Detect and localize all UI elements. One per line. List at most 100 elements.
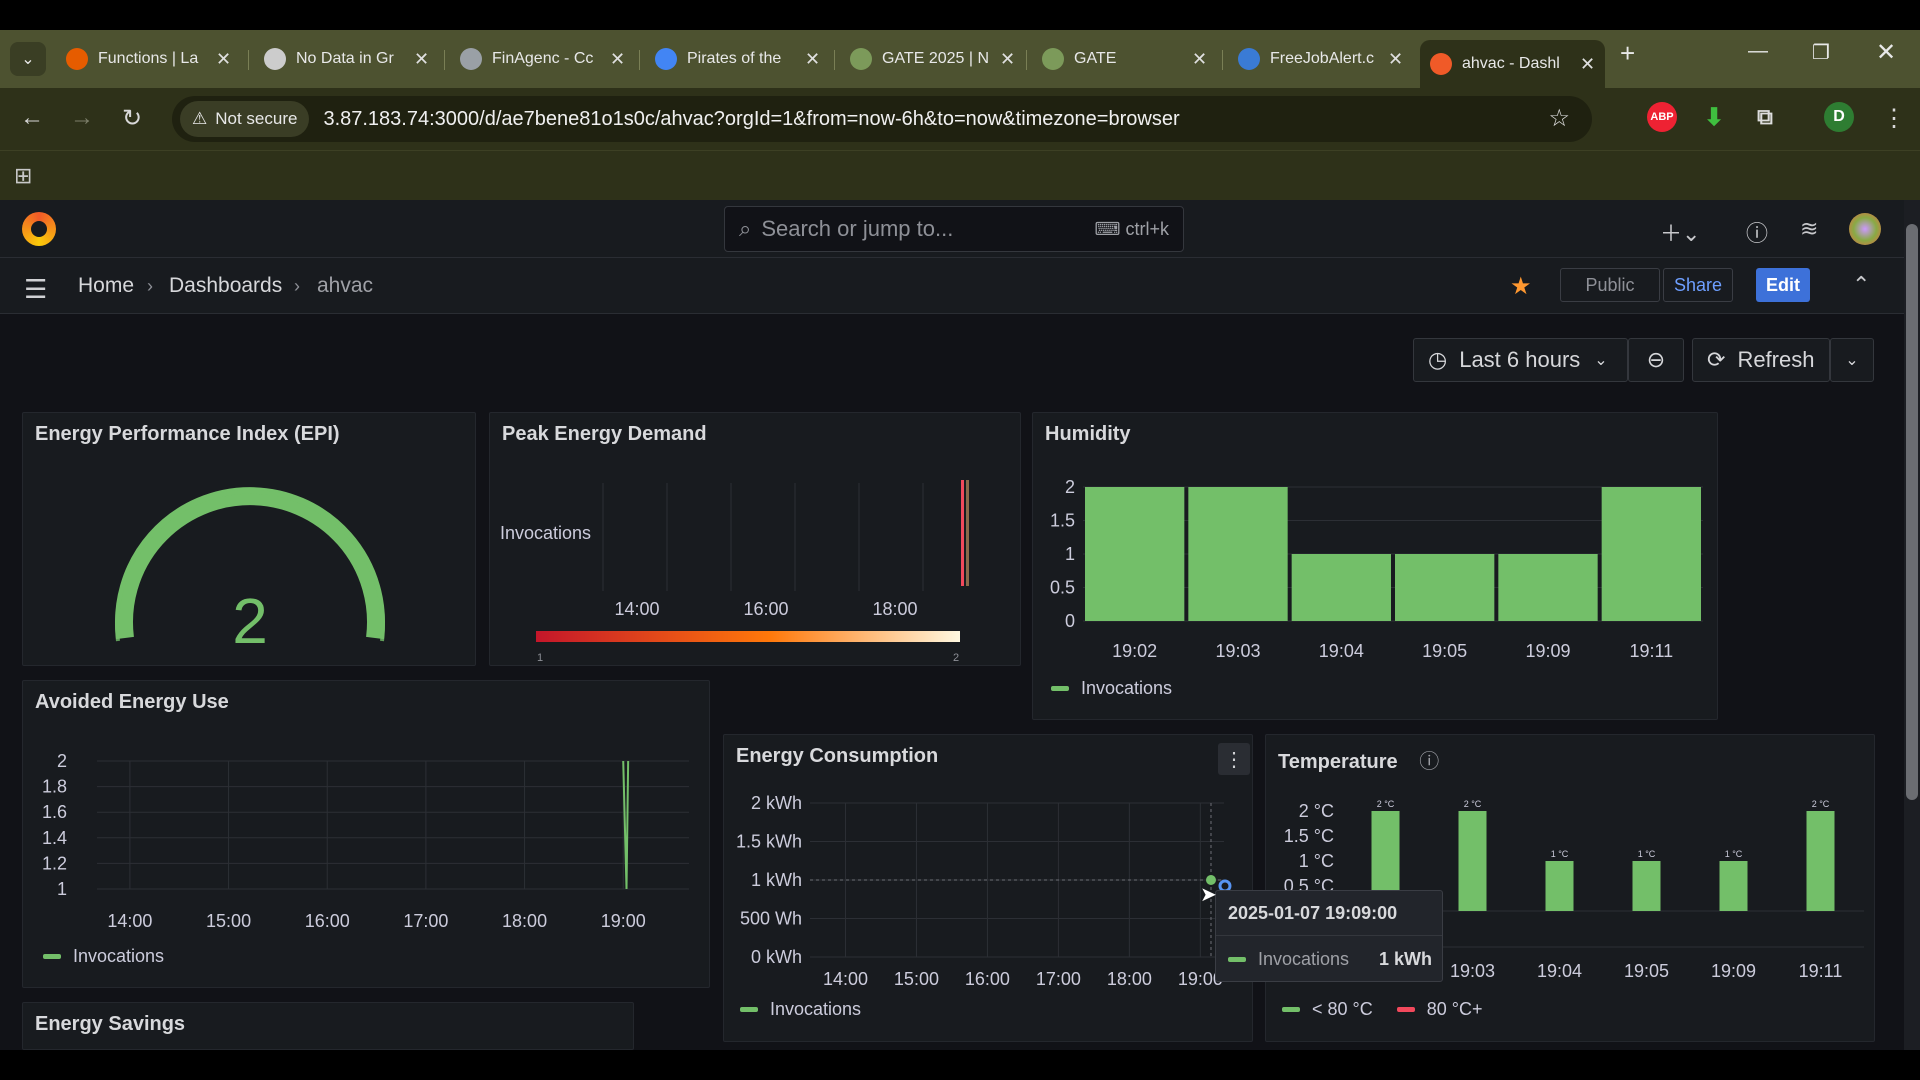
close-window-button[interactable]: ✕ [1876,38,1896,67]
scale-max: 2 [953,652,959,664]
x-tick: 16:00 [743,599,788,619]
temperature-chart: 2 °C1.5 °C1 °C0.5 °C2 °C 2 °C1 °C 1 °C 1 °C… [1284,799,1864,981]
not-secure-chip[interactable]: ⚠ Not secure [180,101,310,137]
public-badge[interactable]: Public [1560,268,1660,302]
browser-tab[interactable]: FinAgenc - Cc ✕ [450,40,635,78]
tab-title: FinAgenc - Cc [492,50,594,67]
zoom-out-button[interactable]: ⊖ [1628,338,1684,382]
browser-tab[interactable]: No Data in Gr ✕ [254,40,439,78]
profile-avatar[interactable]: D [1824,102,1854,132]
new-tab-button[interactable]: + [1620,38,1635,69]
bookmarks-bar: ⊞ [0,150,1920,200]
tab-close-icon[interactable]: ✕ [805,49,820,70]
tab-search-button[interactable]: ⌄ [10,42,46,76]
apps-grid-icon[interactable]: ⊞ [14,163,32,189]
y-tick: 1.4 [42,828,67,848]
edit-button[interactable]: Edit [1756,268,1810,302]
breadcrumb-dashboards[interactable]: Dashboards [169,274,282,298]
y-tick: 1 [57,879,67,899]
browser-tab[interactable]: GATE ✕ [1032,40,1217,78]
forward-icon[interactable]: → [70,104,94,132]
url-text[interactable]: 3.87.183.74:3000/d/ae7bene81o1s0c/ahvac?… [323,108,1179,131]
tab-close-icon[interactable]: ✕ [610,49,625,70]
energy-consumption-chart: 2 kWh 1.5 kWh 1 kWh 500 Wh 0 kWh 14:00 15:00 16… [736,793,1232,989]
bar [1188,487,1288,621]
browser-menu-icon[interactable]: ⋮ [1882,104,1906,133]
adblock-extension-icon[interactable]: ABP [1647,102,1677,132]
collapse-chevron-icon[interactable]: ⌃ [1852,272,1870,298]
browser-tabstrip: ⌄ Functions | La ✕ No Data in Gr ✕ FinAgenc … [0,30,1920,88]
tab-close-icon[interactable]: ✕ [1000,49,1015,70]
bar-value-label: 1 °C [1725,849,1743,859]
epi-panel: Energy Performance Index (EPI) 2 [22,412,476,666]
chart-legend[interactable]: < 80 °C 80 °C+ [1282,999,1482,1020]
bar-value-label: 2 °C [1377,799,1395,809]
bottom-letterbox [0,1050,1920,1080]
legend-swatch [740,1007,758,1012]
x-tick: 16:00 [305,911,350,931]
state-bar [966,480,969,586]
tab-close-icon[interactable]: ✕ [414,49,429,70]
restore-button[interactable]: ❐ [1812,40,1830,65]
scale-min: 1 [537,652,543,664]
refresh-interval-dropdown[interactable]: ⌄ [1830,338,1874,382]
chart-legend[interactable]: Invocations [740,999,861,1020]
download-extension-icon[interactable]: ⬇ [1699,102,1729,132]
x-tick: 19:11 [1799,961,1843,981]
extensions-puzzle-icon[interactable]: ⧉ [1750,102,1780,132]
browser-tab[interactable]: GATE 2025 | N ✕ [840,40,1025,78]
reload-icon[interactable]: ↻ [122,104,142,133]
news-feed-icon[interactable]: ≋ [1800,216,1818,242]
bookmark-star-icon[interactable]: ☆ [1548,104,1570,133]
browser-tab[interactable]: ahvac - Dashl ✕ [1420,40,1606,88]
user-avatar[interactable] [1849,213,1881,245]
breadcrumb-current: ahvac [317,274,374,297]
time-picker[interactable]: ◷ Last 6 hours ⌄ [1413,338,1628,382]
legend-swatch [43,954,61,959]
grafana-breadcrumb-bar: ☰ Home › Dashboards › ahvac ★ Public Sha… [0,258,1904,314]
y-tick: 1.2 [42,853,67,873]
minimize-button[interactable]: — [1748,40,1768,63]
epi-gauge: 2 [115,487,385,657]
tab-title: GATE [1074,50,1117,67]
y-tick: 2 [57,751,67,771]
refresh-button[interactable]: ⟳ Refresh [1692,338,1830,382]
browser-tab[interactable]: Functions | La ✕ [56,40,241,78]
bar-value-label: 2 °C [1464,799,1482,809]
tab-close-icon[interactable]: ✕ [1192,49,1207,70]
chart-legend[interactable]: Invocations [43,946,164,967]
back-icon[interactable]: ← [20,104,44,132]
tab-separator [1222,50,1223,70]
search-input[interactable]: ⌕ Search or jump to... ⌨ ctrl+k [724,206,1184,252]
tab-close-icon[interactable]: ✕ [1388,49,1403,70]
page-scrollbar[interactable] [1904,200,1920,1050]
tab-title: ahvac - Dashl [1462,55,1560,72]
browser-tab[interactable]: Pirates of the ✕ [645,40,830,78]
tab-separator [1026,50,1027,70]
x-tick: 17:00 [403,911,448,931]
x-tick: 14:00 [107,911,152,931]
breadcrumb-home[interactable]: Home [78,274,134,298]
tab-close-icon[interactable]: ✕ [216,49,231,70]
favorite-star-icon[interactable]: ★ [1510,272,1532,301]
tooltip-value: 1 kWh [1378,949,1432,969]
tab-title: FreeJobAlert.c [1270,50,1375,67]
bar [1395,554,1495,621]
tab-close-icon[interactable]: ✕ [1580,54,1595,75]
browser-tab[interactable]: FreeJobAlert.c ✕ [1228,40,1413,78]
grafana-logo-icon[interactable] [22,212,56,246]
scrollbar-thumb[interactable] [1906,224,1918,800]
chevron-down-icon: ⌄ [1845,352,1859,369]
energy-consumption-panel: Energy Consumption ⋮ 2 kWh 1.5 kWh 1 kWh 50… [723,734,1253,1042]
add-new-icon[interactable]: ＋⌄ [1660,216,1700,248]
bar-value-label: 1 °C [1551,849,1569,859]
share-button[interactable]: Share [1663,268,1733,302]
help-icon[interactable]: ⓘ [1746,216,1768,248]
bar [1601,487,1701,621]
x-tick: 19:03 [1450,961,1495,981]
avoided-energy-panel: Avoided Energy Use 2 1.8 1.6 1.4 1.2 1 14:00 15… [22,680,710,988]
address-bar[interactable]: ⚠ Not secure 3.87.183.74:3000/d/ae7bene8… [172,96,1592,142]
menu-toggle-icon[interactable]: ☰ [24,274,47,305]
x-tick: 19:02 [1112,641,1157,661]
chart-legend[interactable]: Invocations [1051,678,1172,699]
